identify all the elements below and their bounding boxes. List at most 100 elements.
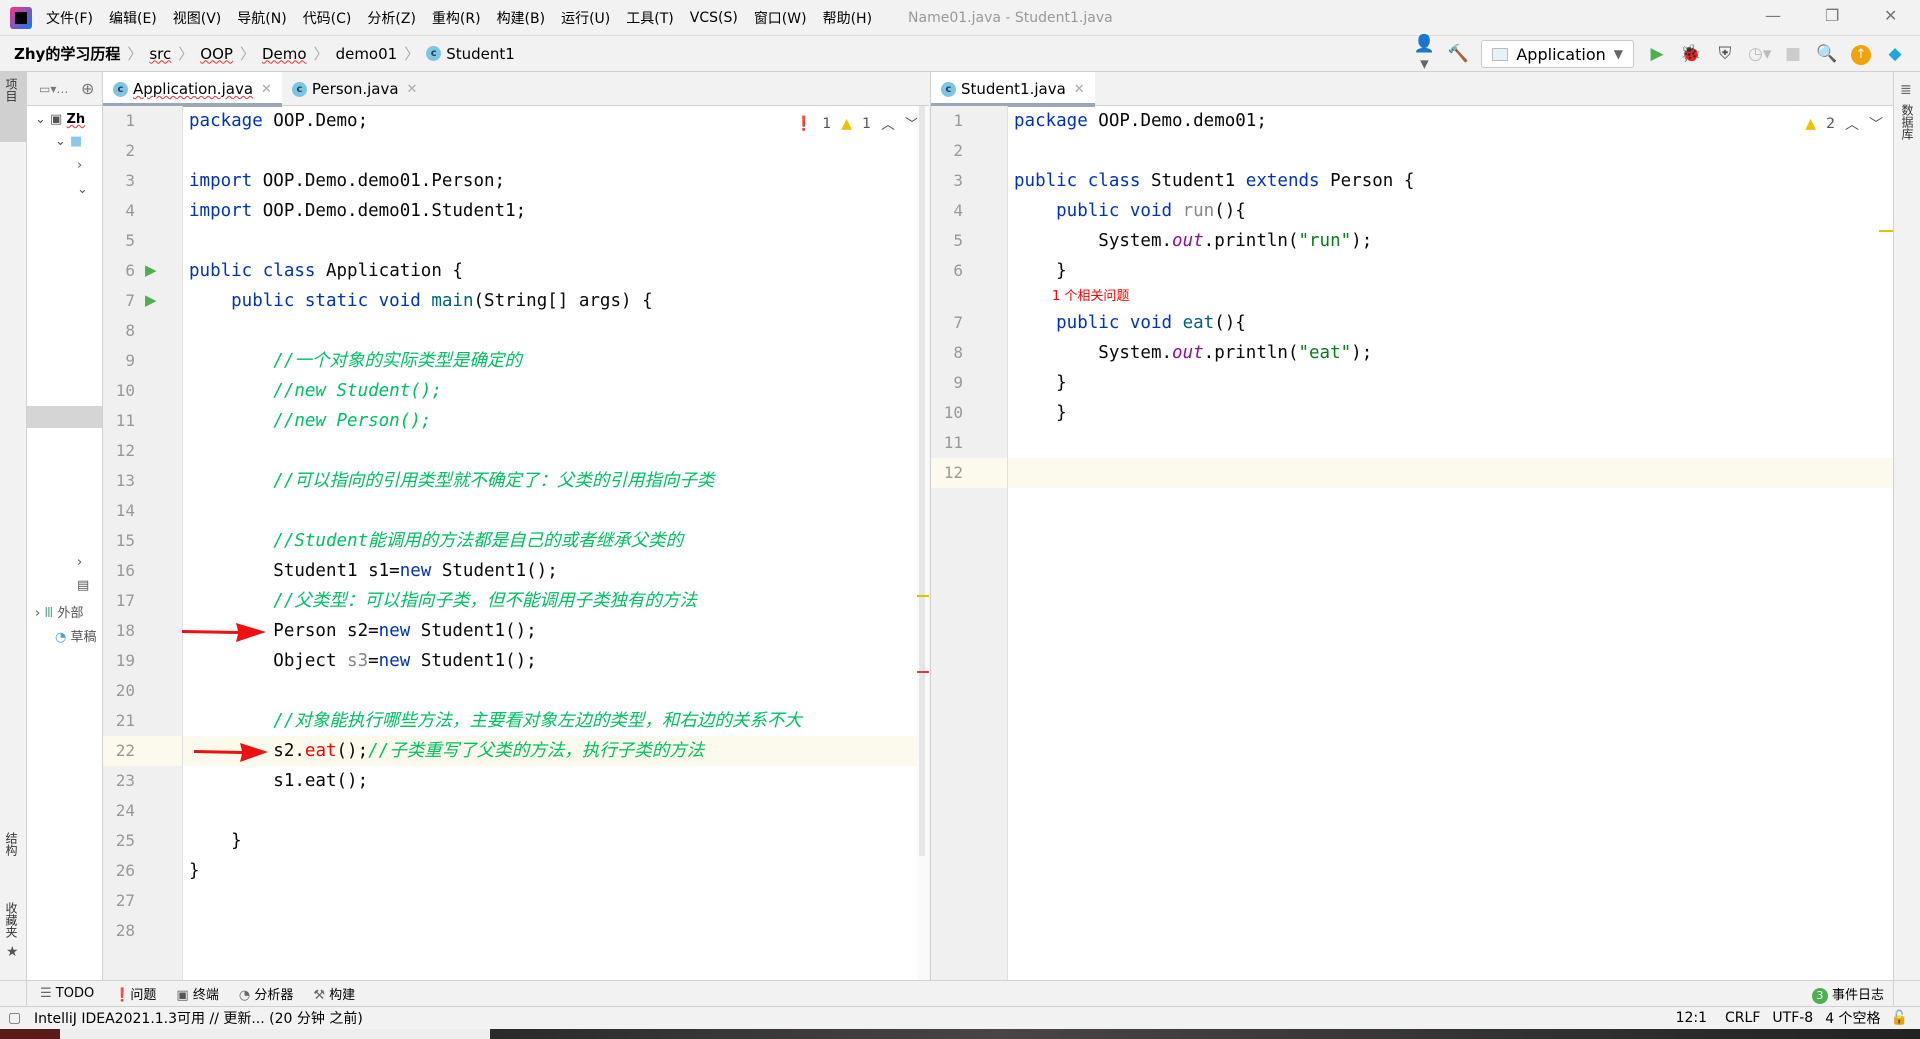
code-line[interactable]: } [183, 826, 929, 856]
code-line[interactable] [1008, 458, 1893, 488]
tree-scratches[interactable]: ◔ 草稿 [55, 626, 97, 645]
favorites-tool-tab[interactable]: 收藏夹 [3, 902, 20, 938]
tab-person-java[interactable]: c Person.java ✕ [282, 72, 428, 106]
breadcrumb-demo01[interactable]: demo01 〉 [336, 43, 427, 64]
code-line[interactable] [183, 436, 929, 466]
toggle-tool-windows-icon[interactable]: ▢ [8, 1010, 21, 1026]
file-encoding[interactable]: UTF-8 [1772, 1010, 1813, 1026]
code-line[interactable]: //Student能调用的方法都是自己的或者继承父类的 [183, 526, 929, 556]
left-code-area[interactable]: package OOP.Demo; import OOP.Demo.demo01.… [183, 106, 929, 980]
status-message[interactable]: IntelliJ IDEA2021.1.3可用 // 更新... (20 分钟 … [34, 1008, 363, 1028]
build-hammer-icon[interactable]: 🔨 [1447, 44, 1469, 64]
tab-student1-java[interactable]: c Student1.java ✕ [931, 72, 1095, 107]
close-tab-icon[interactable]: ✕ [407, 82, 418, 97]
project-tool-tab[interactable]: 项目 [0, 72, 26, 142]
code-line[interactable]: } [1008, 398, 1893, 428]
todo-tool[interactable]: ☰ TODO [40, 986, 94, 1001]
code-line[interactable] [183, 676, 929, 706]
warning-stripe[interactable] [1879, 230, 1893, 232]
code-line[interactable]: public static void main(String[] args) { [183, 286, 929, 316]
tree-external-libraries[interactable]: › Ⅲ 外部 [35, 602, 83, 621]
tab-application-java[interactable]: c Application.java ✕ [103, 72, 282, 107]
restore-button[interactable]: ❐ [1825, 6, 1839, 25]
code-line[interactable]: public void eat(){ [1008, 308, 1893, 338]
search-icon[interactable]: 🔍 [1816, 44, 1838, 64]
tree-root[interactable]: ⌄ ▣ Zh [35, 112, 85, 127]
tree-expand-icon[interactable]: › [77, 555, 82, 570]
error-stripe[interactable] [917, 671, 929, 673]
terminal-tool[interactable]: ▣ 终端 [176, 984, 218, 1003]
database-tool-tab[interactable]: 数据库 [1899, 104, 1916, 140]
menu-tools[interactable]: 工具(T) [626, 8, 673, 28]
profile-icon[interactable]: ◷▾ [1748, 44, 1771, 64]
structure-tool-tab[interactable]: 结构 [3, 832, 20, 856]
toolbox-icon[interactable]: ◆ [1884, 44, 1906, 64]
run-gutter-icon[interactable]: ▶ [145, 261, 157, 279]
code-line[interactable]: //对象能执行哪些方法，主要看对象左边的类型，和右边的关系不大 [183, 706, 929, 736]
menu-build[interactable]: 构建(B) [497, 8, 546, 28]
code-line[interactable]: Object s3=new Student1(); [183, 646, 929, 676]
breadcrumb-student1[interactable]: c Student1 [426, 45, 515, 63]
related-problems-hint[interactable]: 1 个相关问题 [1008, 286, 1893, 308]
minimize-button[interactable]: — [1765, 6, 1781, 25]
menu-file[interactable]: 文件(F) [46, 8, 93, 28]
code-line[interactable] [1008, 136, 1893, 166]
build-tool[interactable]: ⚒ 构建 [313, 984, 355, 1003]
menu-help[interactable]: 帮助(H) [823, 8, 872, 28]
code-line[interactable]: //可以指向的引用类型就不确定了：父类的引用指向子类 [183, 466, 929, 496]
breadcrumb-oop[interactable]: OOP 〉 [200, 43, 262, 64]
code-line[interactable]: public class Student1 extends Person { [1008, 166, 1893, 196]
breadcrumb-demo[interactable]: Demo 〉 [262, 43, 336, 64]
code-line[interactable] [183, 226, 929, 256]
code-line[interactable]: s1.eat(); [183, 766, 929, 796]
code-line[interactable]: public void run(){ [1008, 196, 1893, 226]
code-line[interactable]: package OOP.Demo.demo01; [1008, 106, 1893, 136]
tree-selected-row[interactable] [27, 406, 102, 428]
view-select-icon[interactable]: ▭▾… [39, 82, 68, 96]
previous-highlight-icon[interactable]: ︿ [881, 114, 895, 134]
run-gutter-icon[interactable]: ▶ [145, 291, 157, 309]
code-line[interactable]: //new Person(); [183, 406, 929, 436]
file-icon[interactable]: ▤ [77, 578, 89, 593]
menu-run[interactable]: 运行(U) [561, 8, 610, 28]
code-line[interactable]: } [183, 856, 929, 886]
code-line[interactable] [183, 796, 929, 826]
code-line[interactable]: System.out.println("run"); [1008, 226, 1893, 256]
left-scrollbar[interactable] [917, 106, 929, 980]
next-highlight-icon[interactable]: ﹀ [1869, 114, 1883, 134]
run-configuration-select[interactable]: Application ▼ [1481, 40, 1634, 68]
code-line[interactable]: //一个对象的实际类型是确定的 [183, 346, 929, 376]
breadcrumb-project[interactable]: Zhy的学习历程〉 [14, 43, 149, 64]
code-line[interactable]: s2.eat();//子类重写了父类的方法，执行子类的方法 [183, 736, 929, 766]
event-log-tool[interactable]: 3 事件日志 [1811, 984, 1884, 1004]
tree-folder[interactable]: ⌄ ■ [55, 134, 82, 149]
tree-collapse-icon[interactable]: ⌄ [77, 182, 88, 197]
menu-edit[interactable]: 编辑(E) [109, 8, 157, 28]
right-code-area[interactable]: package OOP.Demo.demo01; public class Stu… [1008, 106, 1893, 980]
update-icon[interactable]: ↑ [1850, 43, 1872, 65]
caret-position[interactable]: 12:1 [1676, 1010, 1707, 1026]
problems-tool[interactable]: ❗问题 [114, 984, 156, 1003]
warning-stripe[interactable] [917, 595, 929, 597]
menu-analyze[interactable]: 分析(Z) [367, 8, 416, 28]
close-tab-icon[interactable]: ✕ [261, 82, 272, 97]
locate-icon[interactable]: ⊕ [81, 79, 94, 98]
line-ending[interactable]: CRLF [1725, 1010, 1760, 1026]
tree-expand-icon[interactable]: › [77, 158, 82, 173]
indent-setting[interactable]: 4 个空格 [1825, 1008, 1880, 1028]
menu-window[interactable]: 窗口(W) [754, 8, 807, 28]
debug-icon[interactable]: 🐞 [1680, 44, 1702, 64]
code-line[interactable]: import OOP.Demo.demo01.Student1; [183, 196, 929, 226]
code-line[interactable]: Person s2=new Student1(); [183, 616, 929, 646]
code-line[interactable] [183, 136, 929, 166]
menu-code[interactable]: 代码(C) [303, 8, 352, 28]
close-window-button[interactable]: ✕ [1884, 6, 1897, 25]
code-line[interactable] [183, 886, 929, 916]
code-line[interactable] [183, 316, 929, 346]
inspection-widget[interactable]: ❗ 1 ▲ 1 ︿ ﹀ [795, 114, 919, 134]
close-tab-icon[interactable]: ✕ [1074, 82, 1085, 97]
code-line[interactable] [183, 496, 929, 526]
code-line[interactable]: public class Application { [183, 256, 929, 286]
code-line[interactable]: System.out.println("eat"); [1008, 338, 1893, 368]
coverage-icon[interactable]: ⛨ [1714, 44, 1736, 64]
